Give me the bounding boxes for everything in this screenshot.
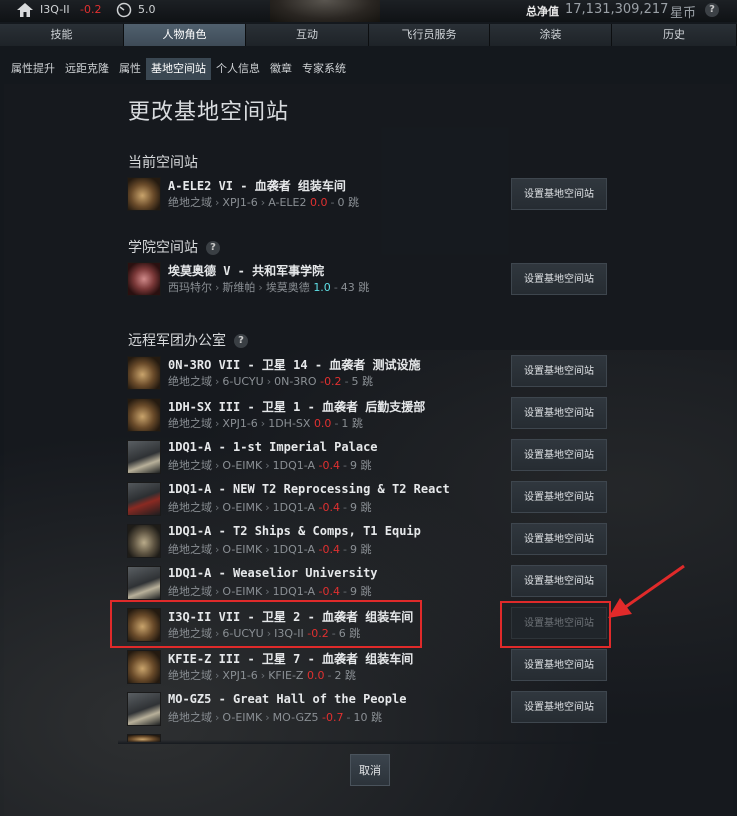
station-name: 1DQ1-A - NEW T2 Reprocessing & T2 React	[168, 482, 450, 496]
station-name: 1DH-SX III - 卫星 1 - 血袭者 后勤支援部	[168, 400, 426, 414]
station-thumbnail	[127, 692, 161, 726]
station-thumbnail	[127, 566, 161, 600]
highlight-station-box	[110, 600, 422, 648]
highlight-button-box	[500, 601, 611, 648]
station-name: 埃莫奥德 V - 共和军事学院	[168, 264, 325, 278]
station-thumbnail	[127, 482, 161, 516]
station-thumbnail	[127, 262, 161, 296]
station-thumbnail	[127, 440, 161, 474]
station-route: 绝地之域 › XPJ1-6 › 1DH-SX 0.0-1 跳	[168, 417, 363, 430]
station-name: 1DQ1-A - Weaselior University	[168, 566, 378, 580]
list-fade	[118, 740, 618, 744]
station-name: 1DQ1-A - 1-st Imperial Palace	[168, 440, 378, 454]
help-icon[interactable]: ?	[206, 241, 220, 255]
cancel-button[interactable]: 取消	[350, 754, 390, 786]
station-thumbnail	[127, 524, 161, 558]
set-home-station-button[interactable]: 设置基地空间站	[511, 481, 607, 513]
set-home-station-button[interactable]: 设置基地空间站	[511, 649, 607, 681]
section-remote-offices: 远程军团办公室?	[128, 330, 248, 350]
station-thumbnail	[127, 650, 161, 684]
set-home-station-button[interactable]: 设置基地空间站	[511, 178, 607, 210]
station-name: 1DQ1-A - T2 Ships & Comps, T1 Equip	[168, 524, 421, 538]
station-name: KFIE-Z III - 卫星 7 - 血袭者 组装车间	[168, 652, 414, 666]
set-home-station-button[interactable]: 设置基地空间站	[511, 565, 607, 597]
station-route: 绝地之域 › O-EIMK › 1DQ1-A -0.4-9 跳	[168, 501, 372, 514]
station-route: 绝地之域 › XPJ1-6 › KFIE-Z 0.0-2 跳	[168, 669, 356, 682]
set-home-station-button[interactable]: 设置基地空间站	[511, 263, 607, 295]
set-home-station-button[interactable]: 设置基地空间站	[511, 439, 607, 471]
station-name: MO-GZ5 - Great Hall of the People	[168, 692, 407, 706]
page-title: 更改基地空间站	[128, 100, 290, 125]
set-home-station-button[interactable]: 设置基地空间站	[511, 691, 607, 723]
set-home-station-button[interactable]: 设置基地空间站	[511, 523, 607, 555]
station-route: 西玛特尔 › 斯维帕 › 埃莫奥德 1.0-43 跳	[168, 281, 370, 294]
station-thumbnail	[127, 177, 161, 211]
section-academy-station: 学院空间站?	[128, 237, 220, 257]
station-route: 绝地之域 › XPJ1-6 › A-ELE2 0.0-0 跳	[168, 196, 359, 209]
station-route: 绝地之域 › O-EIMK › 1DQ1-A -0.4-9 跳	[168, 585, 372, 598]
help-icon[interactable]: ?	[234, 334, 248, 348]
station-route: 绝地之域 › O-EIMK › MO-GZ5 -0.7-10 跳	[168, 711, 382, 724]
station-route: 绝地之域 › O-EIMK › 1DQ1-A -0.4-9 跳	[168, 459, 372, 472]
set-home-station-button[interactable]: 设置基地空间站	[511, 355, 607, 387]
station-thumbnail	[127, 398, 161, 432]
station-thumbnail	[127, 356, 161, 390]
station-name: 0N-3RO VII - 卫星 14 - 血袭者 测试设施	[168, 358, 421, 372]
section-current-station: 当前空间站	[128, 155, 198, 171]
station-route: 绝地之域 › 6-UCYU › 0N-3RO -0.2-5 跳	[168, 375, 374, 388]
set-home-station-button[interactable]: 设置基地空间站	[511, 397, 607, 429]
station-name: A-ELE2 VI - 血袭者 组装车间	[168, 179, 346, 193]
annotation-arrow-icon	[608, 564, 685, 618]
station-route: 绝地之域 › O-EIMK › 1DQ1-A -0.4-9 跳	[168, 543, 372, 556]
